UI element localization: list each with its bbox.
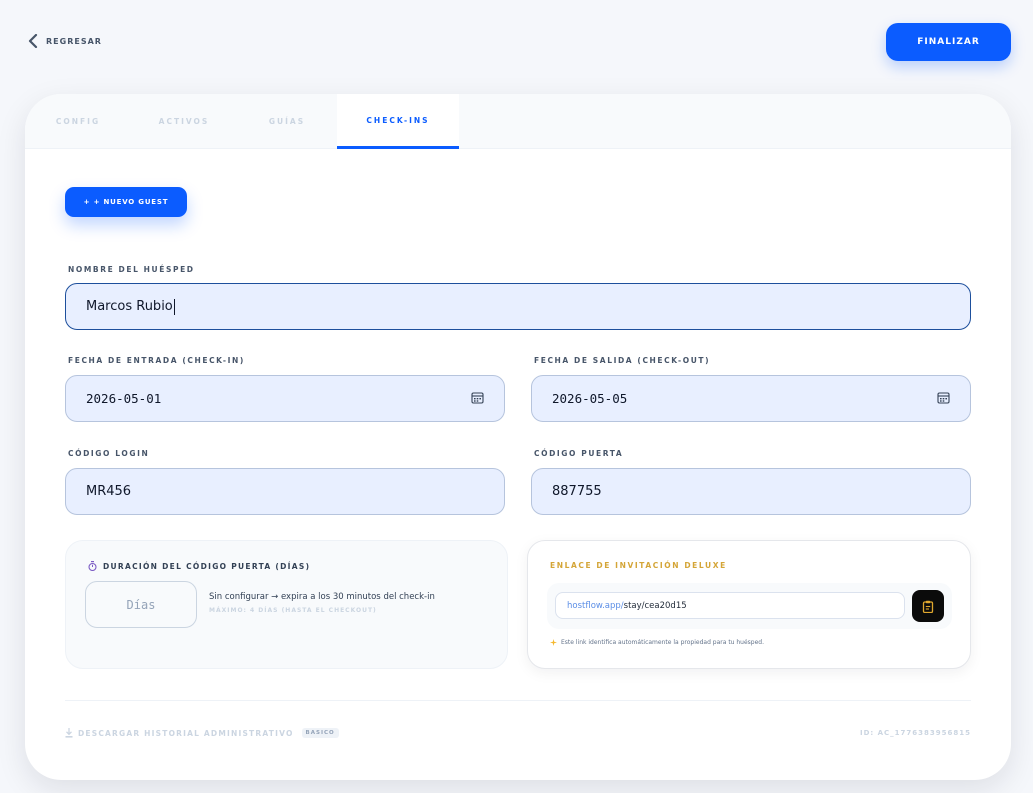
login-code-input[interactable]: MR456: [65, 468, 505, 515]
back-button[interactable]: REGRESAR: [28, 34, 102, 48]
copy-link-button[interactable]: [912, 590, 944, 622]
download-history-label: DESCARGAR HISTORIAL ADMINISTRATIVO: [78, 728, 294, 738]
check-out-label: FECHA DE SALIDA (CHECK-OUT): [534, 356, 711, 365]
account-id: ID: AC_1776383956815: [859, 729, 971, 737]
door-code-duration-panel: DURACIÓN DEL CÓDIGO PUERTA (DÍAS) Días S…: [65, 540, 508, 669]
invite-link-field[interactable]: hostflow.app/stay/cea20d15: [555, 592, 905, 619]
new-guest-button[interactable]: + + NUEVO GUEST: [65, 187, 187, 217]
back-label: REGRESAR: [46, 36, 102, 46]
guest-name-input[interactable]: Marcos Rubio: [65, 283, 971, 330]
clipboard-icon: [922, 600, 934, 613]
duration-title-text: DURACIÓN DEL CÓDIGO PUERTA (DÍAS): [103, 561, 311, 571]
check-out-value: 2026-05-05: [552, 391, 628, 406]
timer-icon: [88, 561, 97, 571]
top-bar: REGRESAR FINALIZAR: [0, 0, 1033, 90]
door-code-value: 887755: [552, 484, 602, 499]
invite-note: Este link identifica automáticamente la …: [550, 639, 764, 646]
tab-guias[interactable]: GUÍAS: [237, 94, 337, 149]
invite-title: ENLACE DE INVITACIÓN DELUXE: [550, 561, 727, 570]
calendar-icon[interactable]: [937, 391, 950, 404]
tab-bar: CONFIG ACTIVOS GUÍAS CHECK-INS: [25, 94, 1011, 149]
download-icon: [65, 728, 73, 738]
check-in-label: FECHA DE ENTRADA (CHECK-IN): [68, 356, 245, 365]
invite-link-path: stay/cea20d15: [623, 600, 687, 611]
sparkle-icon: [550, 639, 557, 646]
text-caret: [173, 298, 175, 315]
duration-title: DURACIÓN DEL CÓDIGO PUERTA (DÍAS): [88, 561, 310, 571]
login-code-label: CÓDIGO LOGIN: [68, 449, 150, 458]
footer-divider: [65, 700, 971, 701]
plan-badge: BASICO: [301, 728, 339, 738]
tab-config[interactable]: CONFIG: [25, 94, 131, 149]
guest-name-value: Marcos Rubio: [86, 299, 173, 314]
calendar-icon[interactable]: [471, 391, 484, 404]
check-in-value: 2026-05-01: [86, 391, 162, 406]
invite-link-host: hostflow.app/: [567, 600, 624, 611]
invite-note-text: Este link identifica automáticamente la …: [561, 639, 765, 646]
door-code-input[interactable]: 887755: [531, 468, 971, 515]
chevron-left-icon: [28, 34, 38, 48]
duration-note: Sin configurar → expira a los 30 minutos…: [209, 592, 435, 602]
main-card: CONFIG ACTIVOS GUÍAS CHECK-INS + + NUEVO…: [25, 94, 1011, 780]
invite-link-row: hostflow.app/stay/cea20d15: [547, 583, 952, 629]
check-out-date-input[interactable]: 2026-05-05: [531, 375, 971, 422]
guest-name-label: NOMBRE DEL HUÉSPED: [68, 265, 195, 274]
login-code-value: MR456: [86, 484, 132, 499]
tab-activos[interactable]: ACTIVOS: [131, 94, 237, 149]
door-code-label: CÓDIGO PUERTA: [534, 449, 624, 458]
tab-check-ins[interactable]: CHECK-INS: [337, 94, 459, 149]
check-in-date-input[interactable]: 2026-05-01: [65, 375, 505, 422]
duration-max-note: MÁXIMO: 4 DÍAS (HASTA EL CHECKOUT): [209, 607, 377, 614]
finish-button[interactable]: FINALIZAR: [886, 23, 1011, 61]
duration-days-input[interactable]: Días: [85, 581, 197, 628]
download-history-link[interactable]: DESCARGAR HISTORIAL ADMINISTRATIVO BASIC…: [65, 728, 339, 738]
invite-link-panel: ENLACE DE INVITACIÓN DELUXE hostflow.app…: [527, 540, 971, 669]
